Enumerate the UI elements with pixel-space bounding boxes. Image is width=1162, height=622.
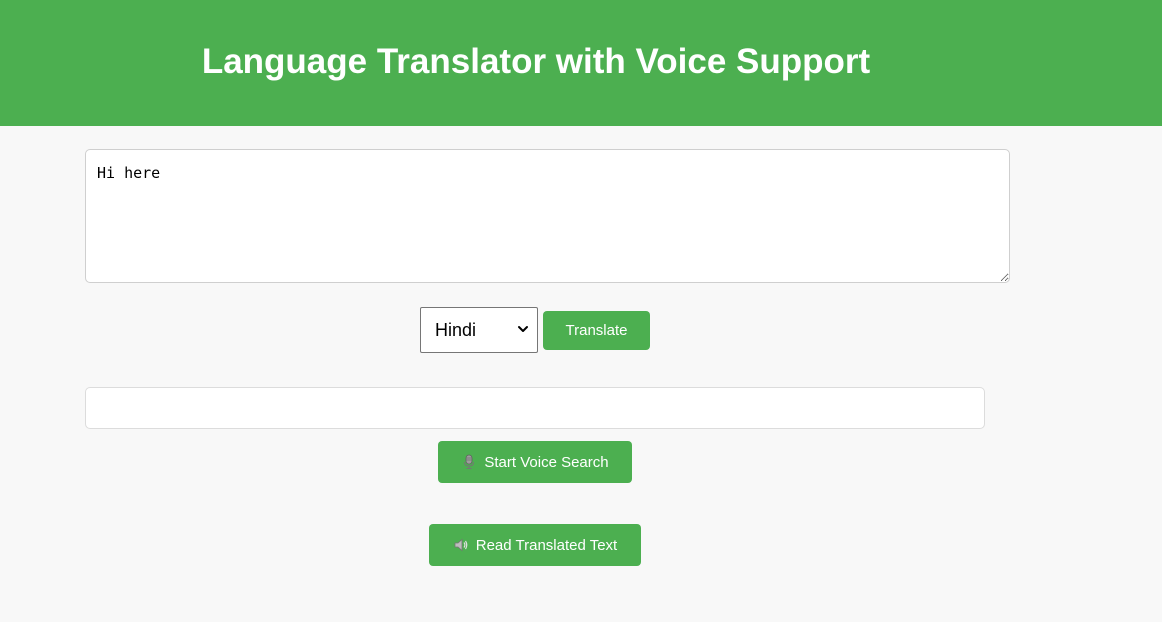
page-title: Language Translator with Voice Support	[201, 42, 871, 81]
translated-text-field[interactable]	[85, 387, 985, 429]
translate-button-label: Translate	[565, 322, 628, 339]
read-translated-text-button[interactable]: Read Translated Text	[429, 524, 641, 566]
source-text-input[interactable]: Hi here	[85, 149, 1010, 283]
start-voice-search-button[interactable]: Start Voice Search	[438, 441, 632, 483]
microphone-icon	[464, 454, 475, 469]
read-translated-text-label: Read Translated Text	[475, 536, 618, 554]
speaker-icon	[454, 538, 468, 552]
language-select[interactable]: Hindi	[420, 307, 538, 353]
start-voice-search-label: Start Voice Search	[484, 453, 609, 471]
app-header: Language Translator with Voice Support	[0, 0, 1162, 126]
translate-button[interactable]: Translate	[543, 311, 650, 350]
